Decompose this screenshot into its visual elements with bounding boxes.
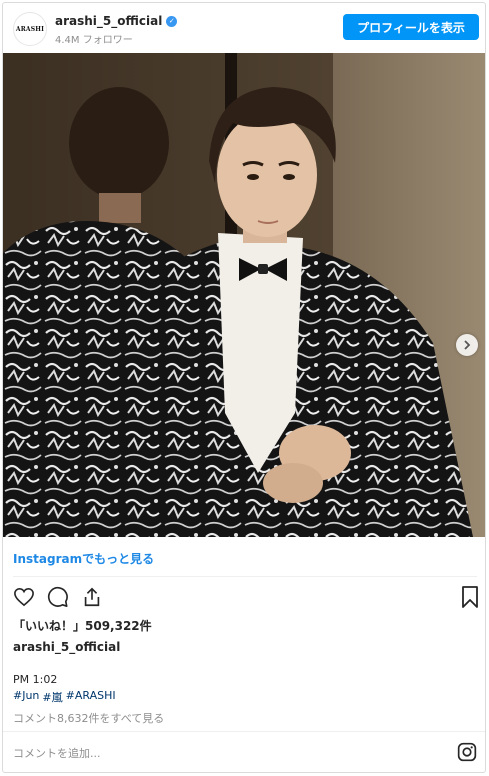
share-icon <box>84 587 100 607</box>
username-row: arashi_5_official ✓ <box>55 14 178 28</box>
save-button[interactable] <box>457 584 483 610</box>
view-all-comments-link[interactable]: コメント8,632件をすべて見る <box>13 710 164 726</box>
carousel-next-button[interactable] <box>456 334 478 356</box>
comment-input[interactable] <box>13 744 433 762</box>
follower-count: 4.4M フォロワー <box>55 35 133 46</box>
verified-badge-icon: ✓ <box>166 15 178 27</box>
comment-icon <box>47 586 68 607</box>
hashtag-link[interactable]: #ARASHI <box>66 689 116 705</box>
post-photo[interactable] <box>3 53 485 537</box>
bookmark-icon <box>462 586 478 608</box>
hashtag-link[interactable]: #Jun <box>13 689 39 705</box>
comment-bar <box>3 731 485 772</box>
like-button[interactable] <box>11 584 37 610</box>
divider <box>13 576 477 577</box>
instagram-logo-icon[interactable] <box>457 742 477 762</box>
post-photo-image <box>3 53 485 537</box>
hashtag-link[interactable]: #嵐 <box>42 689 62 705</box>
comment-button[interactable] <box>45 584 71 610</box>
avatar[interactable]: ARASHI <box>13 12 47 46</box>
hashtags: #Jun #嵐 #ARASHI <box>13 689 116 705</box>
post-time: PM 1:02 <box>13 673 58 686</box>
chevron-right-icon <box>464 340 471 350</box>
heart-icon <box>14 587 34 607</box>
username[interactable]: arashi_5_official <box>55 14 162 28</box>
avatar-logo-text: ARASHI <box>15 25 45 33</box>
action-bar <box>11 584 479 612</box>
share-button[interactable] <box>79 584 105 610</box>
post-header: ARASHI arashi_5_official ✓ 4.4M フォロワー プロ… <box>3 3 485 53</box>
view-profile-button[interactable]: プロフィールを表示 <box>343 14 479 40</box>
like-count: 「いいね！」509,322件 <box>13 619 152 633</box>
view-more-on-instagram-link[interactable]: Instagramでもっと見る <box>13 550 154 567</box>
instagram-embed: ARASHI arashi_5_official ✓ 4.4M フォロワー プロ… <box>2 2 486 773</box>
caption-username[interactable]: arashi_5_official <box>13 640 120 654</box>
